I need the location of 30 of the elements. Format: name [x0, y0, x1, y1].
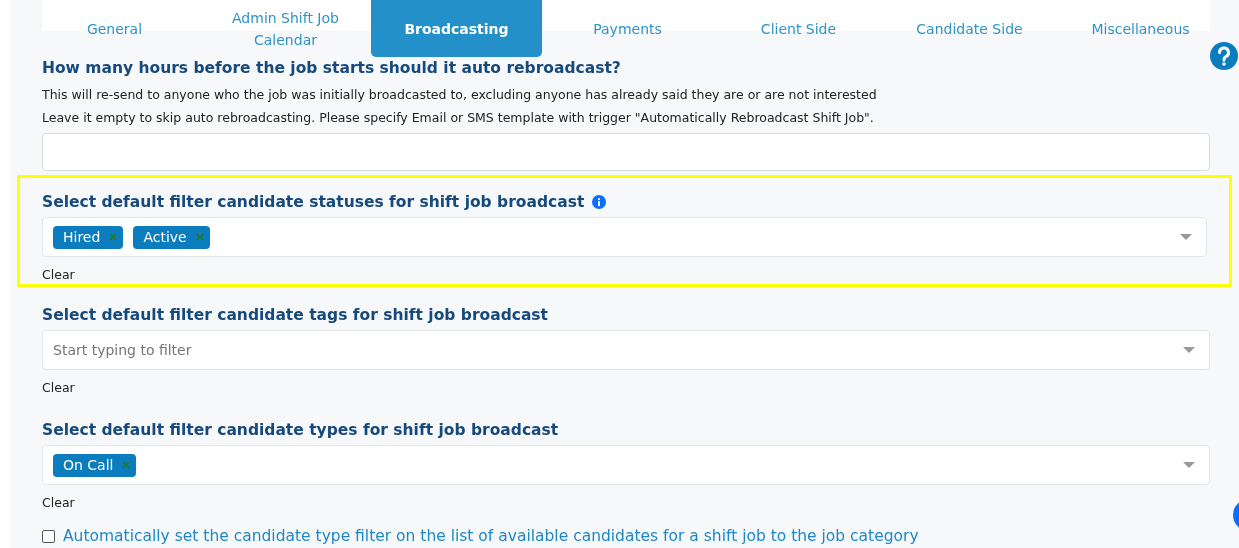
help-text: Leave it empty to skip auto rebroadcasting. Please specify Email or SMS template with trigger "Automatically Rebroadcast Shift Job".	[42, 109, 875, 127]
multi-select[interactable]: Hired Active	[42, 217, 1207, 257]
info-icon[interactable]	[592, 195, 607, 209]
dropdown-caret-icon[interactable]	[1180, 234, 1192, 240]
settings-tab[interactable]: Admin Shift Job Calendar	[200, 0, 371, 57]
settings-tab[interactable]: General	[29, 0, 200, 57]
multi-select[interactable]: Start typing to filter	[42, 330, 1210, 370]
field-label: How many hours before the job starts should it auto rebroadcast?	[42, 58, 621, 79]
clear-link[interactable]: Clear	[42, 493, 75, 512]
dropdown-caret-icon[interactable]	[1183, 347, 1195, 353]
tag-label: On Call	[63, 455, 114, 475]
checkbox[interactable]	[42, 530, 55, 543]
multi-select[interactable]: On Call	[42, 445, 1210, 485]
tag-label: Active	[143, 227, 187, 247]
settings-tab[interactable]: Miscellaneous	[1055, 0, 1226, 57]
clear-link[interactable]: Clear	[42, 378, 75, 397]
help-icon[interactable]	[1210, 42, 1238, 70]
field-label: Select default filter candidate statuses for shift job broadcast	[42, 192, 585, 213]
checkbox-label[interactable]: Automatically set the candidate type filter on the list of available candidates for a shift job to the job category	[63, 525, 919, 548]
help-text: This will re-send to anyone who the job was initially broadcasted to, excluding anyone has already said they are or are not interested	[42, 86, 878, 104]
tag-label: Hired	[63, 227, 101, 247]
settings-tab[interactable]: Broadcasting	[371, 0, 542, 57]
dropdown-caret-icon[interactable]	[1183, 462, 1195, 468]
settings-tab[interactable]: Candidate Side	[884, 0, 1055, 57]
hours-input[interactable]	[42, 133, 1210, 171]
field-label: Select default filter candidate tags for shift job broadcast	[42, 305, 548, 326]
settings-tab[interactable]: Client Side	[713, 0, 884, 57]
field-label: Select default filter candidate types for shift job broadcast	[42, 420, 559, 441]
clear-link[interactable]: Clear	[42, 265, 75, 284]
settings-tab[interactable]: Payments	[542, 0, 713, 57]
